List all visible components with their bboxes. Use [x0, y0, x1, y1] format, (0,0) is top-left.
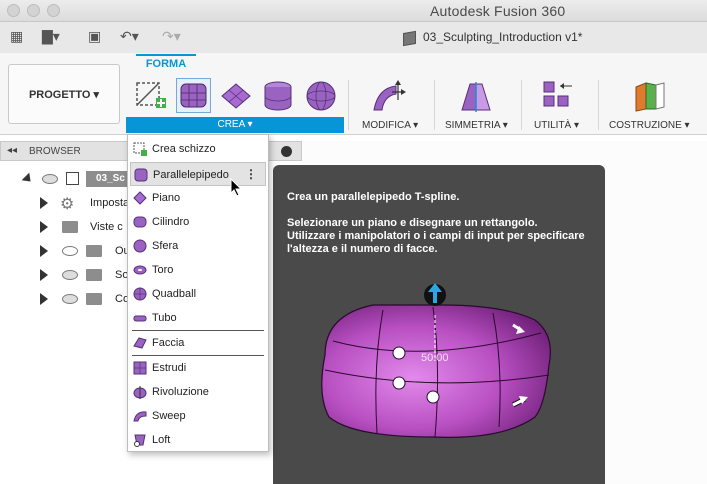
box-tooltip: Crea un parallelepipedo T-spline. Selezi…: [273, 165, 605, 484]
menu-item-label: Parallelepipedo: [153, 169, 229, 181]
plane-icon: [133, 191, 147, 205]
menu-item-label: Cilindro: [152, 216, 190, 228]
torus-icon: [133, 265, 147, 275]
sphere-tool-icon[interactable]: [304, 79, 338, 113]
loft-icon: [134, 434, 146, 447]
component-icon: [66, 172, 79, 185]
browser-root-label: 03_Sc: [96, 173, 125, 184]
gear-icon: ⚙: [60, 196, 75, 213]
menu-item-plane[interactable]: Piano: [128, 186, 268, 210]
redo-icon[interactable]: ↷▾: [162, 28, 181, 45]
menu-item-sphere[interactable]: Sfera: [128, 234, 268, 258]
menu-item-label: Sfera: [152, 240, 179, 252]
modify-tool-icon[interactable]: [370, 80, 410, 114]
browser-title: BROWSER: [29, 146, 81, 157]
browser-item-label: Viste c: [90, 221, 123, 233]
extrude-icon: [133, 361, 147, 375]
menu-item-loft[interactable]: Loft: [128, 428, 268, 452]
expand-triangle-icon[interactable]: [40, 197, 48, 209]
zoom-window-button[interactable]: [47, 4, 60, 17]
visibility-eye-icon[interactable]: [62, 294, 78, 304]
plane-tool-icon[interactable]: [220, 80, 252, 112]
folder-icon: [62, 221, 78, 233]
hidden-eye-icon[interactable]: [62, 246, 78, 256]
app-title: Autodesk Fusion 360: [430, 3, 566, 19]
menu-item-extrude[interactable]: Estrudi: [128, 356, 268, 380]
visibility-eye-icon[interactable]: [62, 270, 78, 280]
undo-icon[interactable]: ↶▾: [120, 28, 139, 45]
visibility-eye-icon[interactable]: [42, 174, 58, 184]
menu-item-create-sketch[interactable]: Crea schizzo: [128, 137, 268, 161]
document-cube-icon: [403, 30, 416, 47]
modify-dropdown-button[interactable]: MODIFICA ▾: [362, 120, 418, 131]
dimension-label: 50.00: [421, 352, 449, 364]
menu-item-pipe[interactable]: Tubo: [128, 306, 268, 330]
box-tool-button[interactable]: [176, 78, 211, 113]
quadball-icon: [133, 287, 147, 301]
expand-triangle-icon[interactable]: [40, 293, 48, 305]
close-window-button[interactable]: [7, 4, 20, 17]
menu-item-label: Estrudi: [152, 362, 187, 374]
collapse-triangle-icon[interactable]: [21, 172, 35, 186]
quick-access-toolbar: ▦ ▇▾ ▣ ↶▾ ↷▾: [0, 22, 707, 53]
menu-item-quadball[interactable]: Quadball: [128, 282, 268, 306]
title-bar: Autodesk Fusion 360: [0, 0, 707, 22]
folder-icon: [86, 269, 102, 281]
browser-item-label: Imposta: [90, 197, 130, 209]
menu-item-label: Toro: [152, 264, 174, 276]
expand-triangle-icon[interactable]: [40, 221, 48, 233]
file-icon[interactable]: ▇▾: [42, 28, 60, 45]
menu-item-label: Loft: [152, 434, 171, 446]
menu-item-label: Sweep: [152, 410, 186, 422]
menu-item-label: Rivoluzione: [152, 386, 209, 398]
sweep-icon: [133, 411, 147, 422]
more-options-icon[interactable]: ⋮: [245, 167, 257, 181]
menu-item-label: Piano: [152, 192, 181, 204]
menu-item-face[interactable]: Faccia: [128, 331, 268, 355]
symmetry-dropdown-button[interactable]: SIMMETRIA ▾: [445, 120, 508, 131]
save-icon[interactable]: ▣: [88, 28, 101, 45]
expand-triangle-icon[interactable]: [40, 245, 48, 257]
tspline-box-illustration: 50.00: [321, 283, 551, 438]
grid-icon[interactable]: ▦: [10, 28, 23, 45]
cylinder-tool-icon[interactable]: [262, 79, 294, 113]
construction-dropdown-button[interactable]: COSTRUZIONE ▾: [609, 120, 690, 131]
create-dropdown-button[interactable]: CREA ▾: [126, 117, 344, 133]
menu-item-label: Tubo: [152, 312, 177, 324]
folder-icon: [86, 245, 102, 257]
face-icon: [133, 337, 147, 349]
symmetry-tool-icon[interactable]: [456, 80, 496, 114]
menu-item-sweep[interactable]: Sweep: [128, 404, 268, 428]
mouse-cursor-icon: [230, 178, 243, 197]
document-title: 03_Sculpting_Introduction v1*: [423, 30, 583, 44]
menu-item-label: Crea schizzo: [152, 143, 216, 155]
folder-icon: [86, 293, 102, 305]
collapse-browser-icon[interactable]: ◂◂: [7, 145, 17, 156]
sphere-icon: [133, 239, 147, 253]
construction-tool-icon[interactable]: [632, 79, 668, 113]
utilities-tool-icon[interactable]: [540, 78, 576, 112]
revolve-icon: [133, 386, 147, 399]
menu-item-revolve[interactable]: Rivoluzione: [128, 380, 268, 404]
minimize-window-button[interactable]: [27, 4, 40, 17]
expand-triangle-icon[interactable]: [40, 269, 48, 281]
utilities-dropdown-button[interactable]: UTILITÀ ▾: [534, 120, 579, 131]
pipe-icon: [133, 315, 147, 322]
project-button[interactable]: PROGETTO ▾: [8, 64, 120, 124]
menu-item-box[interactable]: Parallelepipedo ⋮: [130, 162, 266, 186]
box-icon: [134, 168, 148, 182]
create-menu: Crea schizzo Parallelepipedo ⋮ Piano Cil…: [127, 134, 269, 452]
menu-item-label: Quadball: [152, 288, 197, 300]
menu-item-label: Faccia: [152, 337, 185, 349]
tab-forma[interactable]: FORMA: [136, 54, 196, 74]
minus-circle-icon[interactable]: [281, 146, 292, 157]
menu-item-cylinder[interactable]: Cilindro: [128, 210, 268, 234]
menu-item-torus[interactable]: Toro: [128, 258, 268, 282]
sketch-icon: [133, 142, 147, 156]
cylinder-icon: [133, 216, 147, 228]
create-sketch-tool-icon[interactable]: [134, 80, 168, 112]
